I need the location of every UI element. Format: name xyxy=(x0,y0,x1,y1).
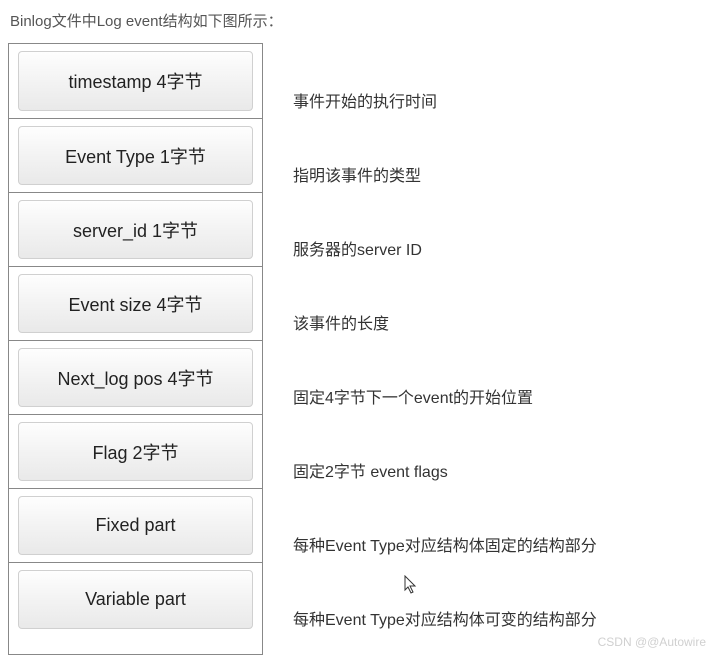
diagram-title: Binlog文件中Log event结构如下图所示： xyxy=(8,10,710,31)
field-label: Next_log pos 4字节 xyxy=(18,348,253,407)
field-description: 事件开始的执行时间 xyxy=(293,63,597,137)
watermark-text: CSDN @@Autowire xyxy=(598,635,706,649)
field-box: Fixed part xyxy=(9,488,262,562)
field-description: 每种Event Type对应结构体可变的结构部分 xyxy=(293,581,597,655)
field-label: server_id 1字节 xyxy=(18,200,253,259)
field-box: Event Type 1字节 xyxy=(9,118,262,192)
field-description: 指明该事件的类型 xyxy=(293,137,597,211)
field-description: 服务器的server ID xyxy=(293,211,597,285)
field-description: 每种Event Type对应结构体固定的结构部分 xyxy=(293,507,597,581)
field-label: Event Type 1字节 xyxy=(18,126,253,185)
field-label: Variable part xyxy=(18,570,253,629)
descriptions-column: 事件开始的执行时间 指明该事件的类型 服务器的server ID 该事件的长度 … xyxy=(293,43,597,655)
field-description: 固定4字节下一个event的开始位置 xyxy=(293,359,597,433)
field-description: 固定2字节 event flags xyxy=(293,433,597,507)
field-description: 该事件的长度 xyxy=(293,285,597,359)
field-box: Variable part xyxy=(9,562,262,636)
diagram-container: timestamp 4字节 Event Type 1字节 server_id 1… xyxy=(8,43,710,655)
field-label: timestamp 4字节 xyxy=(18,51,253,110)
field-box: Flag 2字节 xyxy=(9,414,262,488)
field-label: Event size 4字节 xyxy=(18,274,253,333)
field-box: Next_log pos 4字节 xyxy=(9,340,262,414)
structure-boxes: timestamp 4字节 Event Type 1字节 server_id 1… xyxy=(8,43,263,655)
field-label: Fixed part xyxy=(18,496,253,555)
field-label: Flag 2字节 xyxy=(18,422,253,481)
field-box: timestamp 4字节 xyxy=(9,44,262,118)
field-box: Event size 4字节 xyxy=(9,266,262,340)
field-box: server_id 1字节 xyxy=(9,192,262,266)
